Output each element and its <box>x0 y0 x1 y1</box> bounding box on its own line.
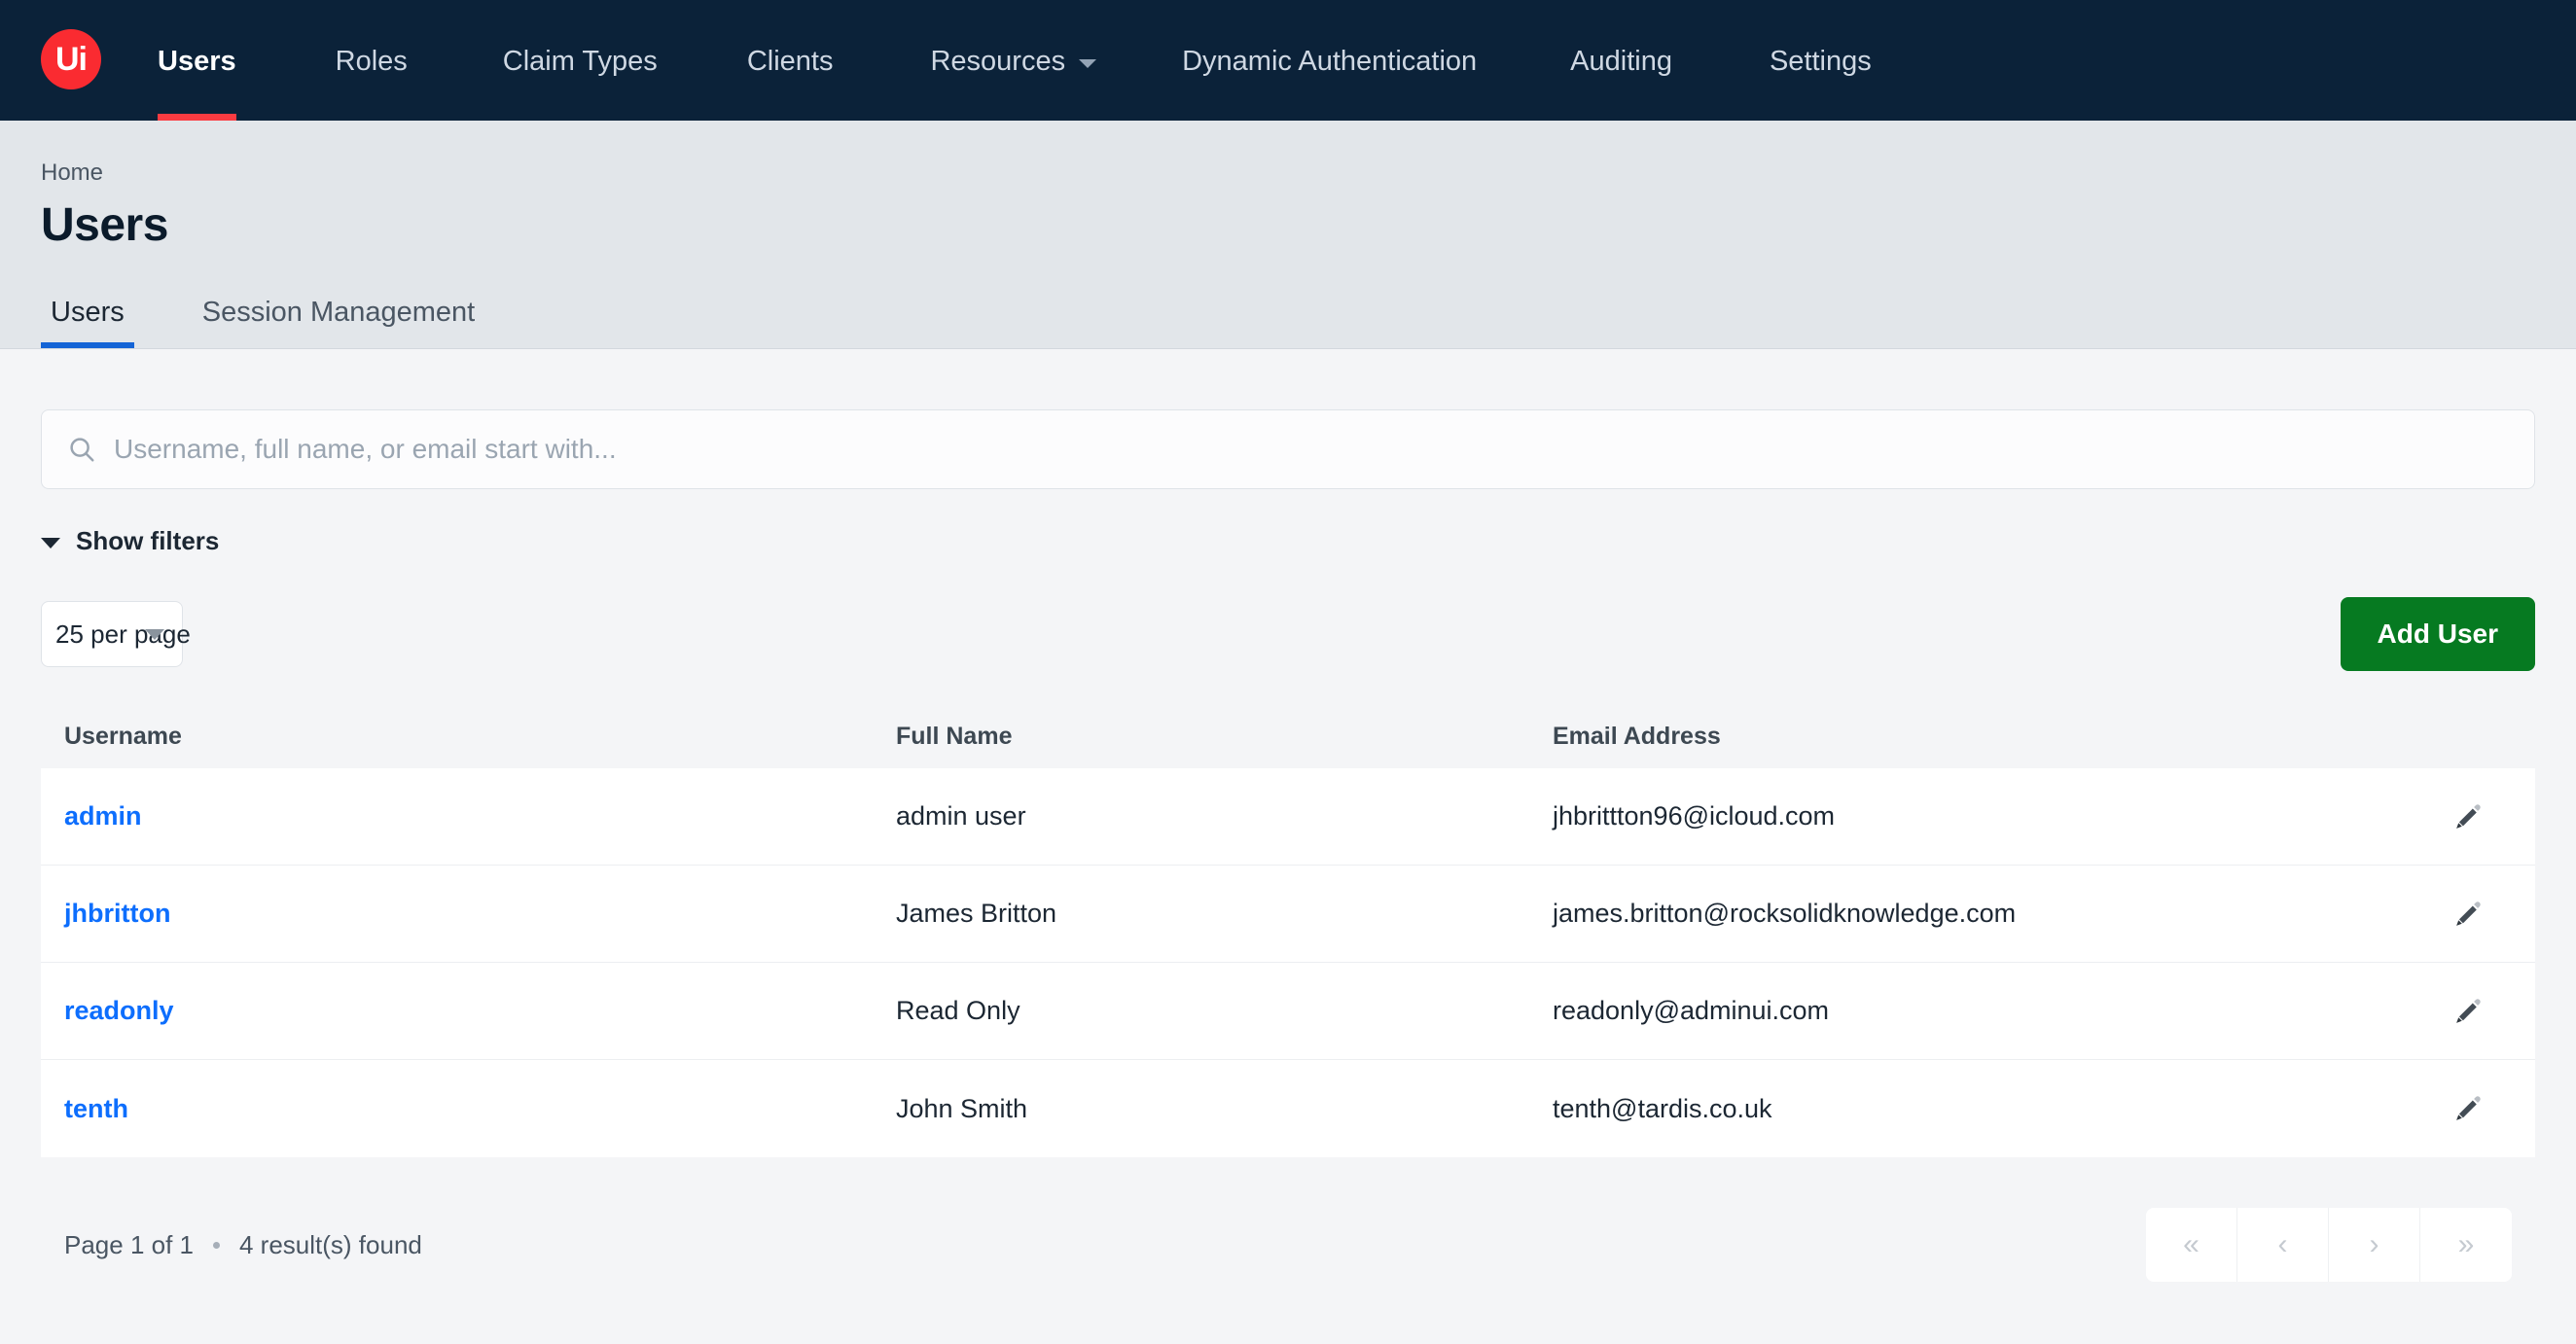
cell-actions <box>2424 800 2512 833</box>
brand-logo[interactable]: Ui <box>41 29 101 89</box>
nav-item-resources-label: Resources <box>930 45 1066 77</box>
username-link[interactable]: tenth <box>64 1094 128 1123</box>
table-row: admin admin user jhbrittton96@icloud.com <box>41 768 2535 866</box>
cell-actions <box>2424 1092 2512 1125</box>
nav-item-auditing[interactable]: Auditing <box>1570 0 1672 121</box>
main-content: Show filters 25 per page Add User Userna… <box>0 409 2576 1282</box>
cell-email-address: james.britton@rocksolidknowledge.com <box>1553 899 2017 928</box>
cell-username: readonly <box>64 996 896 1026</box>
pencil-icon <box>2456 998 2481 1023</box>
show-filters-toggle[interactable]: Show filters <box>41 526 219 556</box>
nav-item-claim-types[interactable]: Claim Types <box>503 0 658 121</box>
edit-user-button[interactable] <box>2451 800 2485 833</box>
cell-email-address: readonly@adminui.com <box>1553 996 1830 1025</box>
table-row: tenth John Smith tenth@tardis.co.uk <box>41 1060 2535 1157</box>
first-page-button[interactable]: « <box>2146 1208 2237 1282</box>
search-icon <box>67 435 96 464</box>
nav-item-settings-label: Settings <box>1769 45 1872 77</box>
chevron-down-icon <box>1079 58 1097 68</box>
top-navigation-bar: Ui Users Roles Claim Types Clients Resou… <box>0 0 2576 121</box>
search-bar[interactable] <box>41 409 2535 489</box>
nav-item-users-label: Users <box>158 45 236 77</box>
chevron-down-icon <box>145 628 164 640</box>
cell-actions <box>2424 898 2512 931</box>
nav-item-dynamic-authentication-label: Dynamic Authentication <box>1182 45 1478 77</box>
cell-full-name: John Smith <box>896 1093 1028 1123</box>
separator-dot-icon <box>213 1241 220 1249</box>
column-header-full-name: Full Name <box>896 722 1013 750</box>
previous-page-button[interactable]: ‹ <box>2237 1208 2329 1282</box>
per-page-value: 25 per page <box>55 619 191 649</box>
per-page-select[interactable]: 25 per page <box>41 601 191 667</box>
page-status-label: Page 1 of 1 <box>64 1229 194 1259</box>
nav-item-roles[interactable]: Roles <box>336 0 408 121</box>
pencil-icon <box>2456 901 2481 926</box>
edit-user-button[interactable] <box>2451 898 2485 931</box>
brand-logo-text: Ui <box>55 41 88 78</box>
table-header-row: Username Full Name Email Address <box>41 704 2535 768</box>
column-header-email-address: Email Address <box>1553 722 1721 750</box>
cell-full-name: Read Only <box>896 996 1020 1025</box>
result-count-label: 4 result(s) found <box>239 1229 422 1259</box>
pagination-status: Page 1 of 1 4 result(s) found <box>64 1230 422 1260</box>
cell-email-address: jhbrittton96@icloud.com <box>1553 801 1836 831</box>
nav-item-clients-label: Clients <box>746 45 834 77</box>
page-title: Users <box>41 199 168 251</box>
username-link[interactable]: admin <box>64 801 142 831</box>
pencil-icon <box>2456 803 2481 829</box>
add-user-button[interactable]: Add User <box>2340 597 2535 671</box>
tab-session-management[interactable]: Session Management <box>193 297 485 348</box>
nav-item-users[interactable]: Users <box>158 0 236 121</box>
nav-item-resources[interactable]: Resources <box>930 0 1097 121</box>
tab-users[interactable]: Users <box>41 297 134 348</box>
cell-full-name: admin user <box>896 801 1026 831</box>
table-footer: Page 1 of 1 4 result(s) found « ‹ › » <box>41 1208 2535 1282</box>
nav-item-roles-label: Roles <box>335 45 408 77</box>
breadcrumb[interactable]: Home <box>41 121 2576 187</box>
cell-actions <box>2424 995 2512 1028</box>
nav-item-claim-types-label: Claim Types <box>502 45 658 77</box>
username-link[interactable]: jhbritton <box>64 899 170 928</box>
nav-active-underline <box>158 114 236 121</box>
column-header-username: Username <box>64 722 182 750</box>
table-row: jhbritton James Britton james.britton@ro… <box>41 866 2535 963</box>
edit-user-button[interactable] <box>2451 1092 2485 1125</box>
cell-full-name: James Britton <box>896 899 1057 928</box>
chevron-down-icon <box>41 537 60 548</box>
next-page-button[interactable]: › <box>2329 1208 2420 1282</box>
username-link[interactable]: readonly <box>64 996 174 1025</box>
tab-session-management-label: Session Management <box>201 297 476 328</box>
cell-email-address: tenth@tardis.co.uk <box>1553 1093 1772 1123</box>
pagination-controls: « ‹ › » <box>2146 1208 2512 1282</box>
search-input[interactable] <box>114 410 2534 488</box>
nav-item-dynamic-authentication[interactable]: Dynamic Authentication <box>1182 0 1477 121</box>
nav-items: Users Roles Claim Types Clients Resource… <box>158 0 1872 121</box>
cell-username: admin <box>64 801 896 831</box>
table-row: readonly Read Only readonly@adminui.com <box>41 963 2535 1060</box>
cell-username: tenth <box>64 1094 896 1124</box>
show-filters-label: Show filters <box>76 526 220 555</box>
last-page-button[interactable]: » <box>2420 1208 2512 1282</box>
tab-bar: Users Session Management <box>41 297 2576 348</box>
table-toolbar: 25 per page Add User <box>41 597 2535 671</box>
edit-user-button[interactable] <box>2451 995 2485 1028</box>
pencil-icon <box>2456 1096 2481 1120</box>
nav-item-auditing-label: Auditing <box>1570 45 1672 77</box>
users-table: Username Full Name Email Address admin a… <box>41 704 2535 1157</box>
nav-item-settings[interactable]: Settings <box>1770 0 1872 121</box>
nav-item-clients[interactable]: Clients <box>747 0 834 121</box>
cell-username: jhbritton <box>64 899 896 929</box>
tab-users-label: Users <box>51 297 125 328</box>
page-header: Home Users Users Session Management <box>0 121 2576 349</box>
